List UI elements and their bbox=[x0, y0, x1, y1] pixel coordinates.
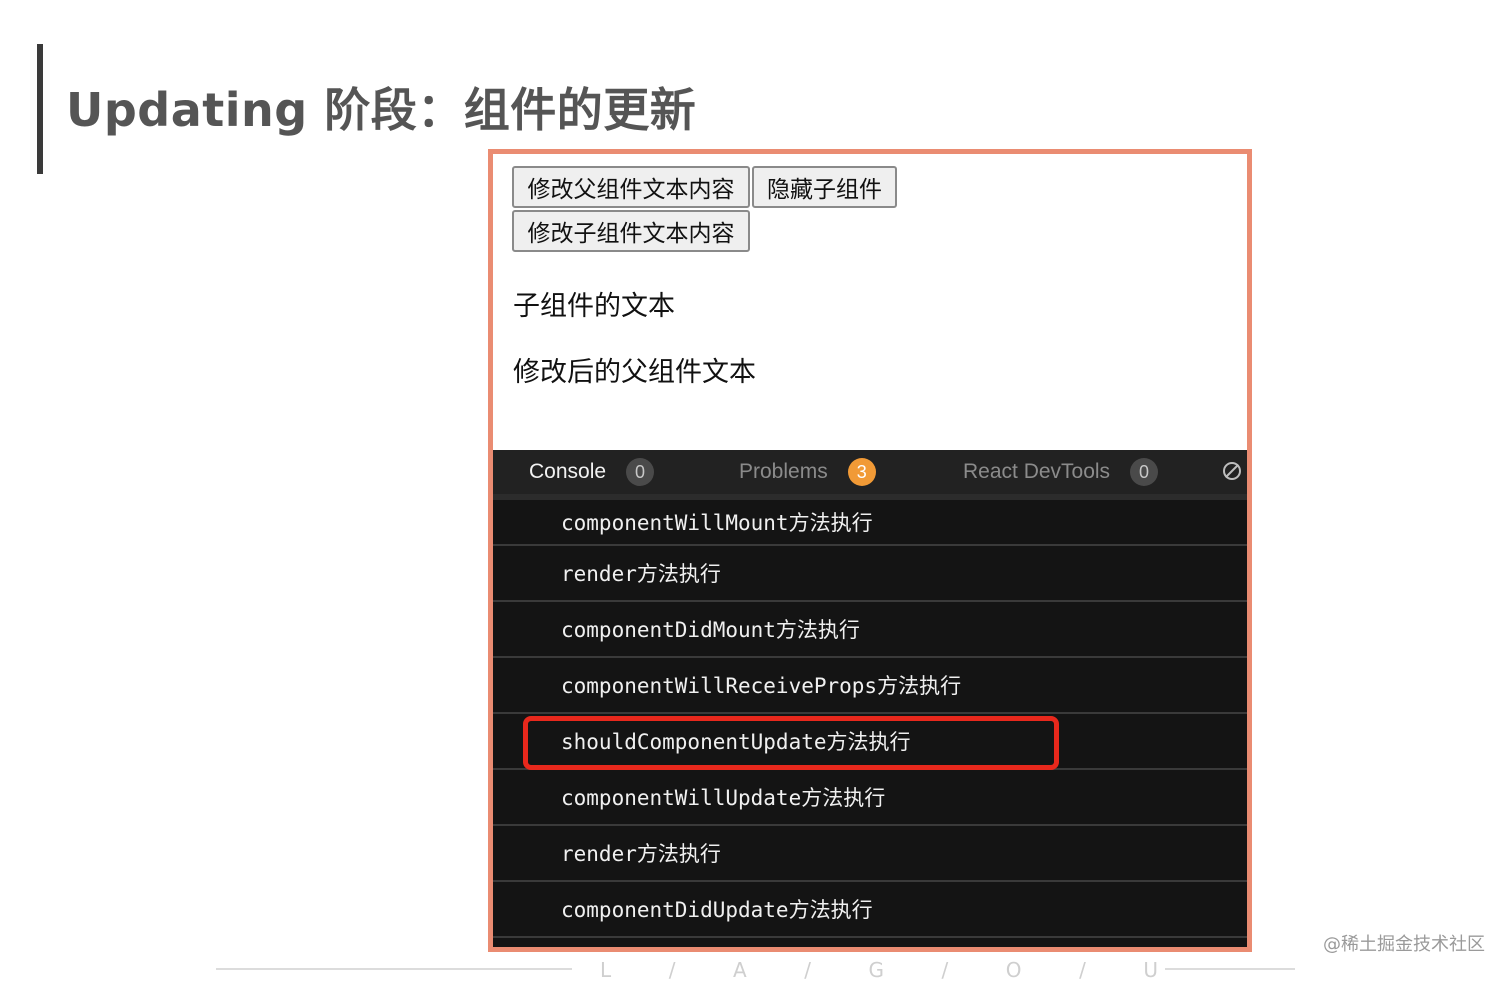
brand-letter: U bbox=[1143, 958, 1160, 982]
modify-parent-text-button[interactable]: 修改父组件文本内容 bbox=[512, 166, 750, 208]
brand-letter: / bbox=[941, 958, 951, 982]
devtools-tabbar: Console 0 Problems 3 React DevTools 0 bbox=[493, 450, 1247, 500]
log-entry: shouldComponentUpdate方法执行 bbox=[493, 714, 1247, 770]
brand-letter: / bbox=[804, 958, 813, 982]
console-count-badge: 0 bbox=[626, 458, 655, 486]
brand-letter: / bbox=[668, 958, 678, 982]
tab-console[interactable]: Console 0 bbox=[529, 456, 655, 488]
hide-child-button[interactable]: 隐藏子组件 bbox=[752, 166, 897, 208]
log-entry: render方法执行 bbox=[493, 826, 1247, 882]
tab-console-label: Console bbox=[529, 460, 607, 483]
brand-letter: L bbox=[600, 958, 614, 982]
log-entry: render方法执行 bbox=[493, 546, 1247, 602]
tab-react-devtools[interactable]: React DevTools 0 bbox=[963, 456, 1159, 488]
problems-count-badge: 3 bbox=[847, 458, 876, 486]
child-component-text: 子组件的文本 bbox=[513, 291, 675, 322]
footer-brand: L / A / G / O / U bbox=[600, 958, 1160, 982]
modify-child-text-button[interactable]: 修改子组件文本内容 bbox=[512, 210, 750, 252]
brand-letter: / bbox=[1079, 958, 1088, 982]
parent-component-text: 修改后的父组件文本 bbox=[513, 357, 756, 388]
clear-console-icon[interactable] bbox=[1223, 462, 1241, 480]
watermark: @稀土掘金技术社区 bbox=[1323, 934, 1485, 955]
tab-problems-label: Problems bbox=[739, 460, 828, 483]
slide-title: Updating 阶段：组件的更新 bbox=[66, 83, 697, 137]
brand-letter: A bbox=[732, 958, 749, 982]
footer-divider-right bbox=[1165, 968, 1295, 970]
react-devtools-count-badge: 0 bbox=[1130, 458, 1159, 486]
screenshot-frame: 修改父组件文本内容 隐藏子组件 修改子组件文本内容 子组件的文本 修改后的父组件… bbox=[488, 149, 1252, 952]
title-accent-bar bbox=[37, 44, 43, 174]
tab-problems[interactable]: Problems 3 bbox=[739, 456, 876, 488]
log-entry: componentDidUpdate方法执行 bbox=[493, 882, 1247, 938]
log-entry: componentWillUpdate方法执行 bbox=[493, 770, 1247, 826]
brand-letter: G bbox=[868, 958, 886, 982]
log-entry-highlighted: componentWillReceiveProps方法执行 bbox=[493, 658, 1247, 714]
app-preview: 修改父组件文本内容 隐藏子组件 修改子组件文本内容 子组件的文本 修改后的父组件… bbox=[493, 154, 1247, 450]
devtools-panel: Console 0 Problems 3 React DevTools 0 co… bbox=[493, 450, 1247, 947]
log-entry: componentWillMount方法执行 bbox=[493, 500, 1247, 546]
tab-react-devtools-label: React DevTools bbox=[963, 460, 1111, 483]
brand-letter: O bbox=[1005, 958, 1024, 982]
log-entry: componentDidMount方法执行 bbox=[493, 602, 1247, 658]
console-log-list: componentWillMount方法执行 render方法执行 compon… bbox=[493, 500, 1247, 938]
footer-divider-left bbox=[216, 968, 572, 970]
